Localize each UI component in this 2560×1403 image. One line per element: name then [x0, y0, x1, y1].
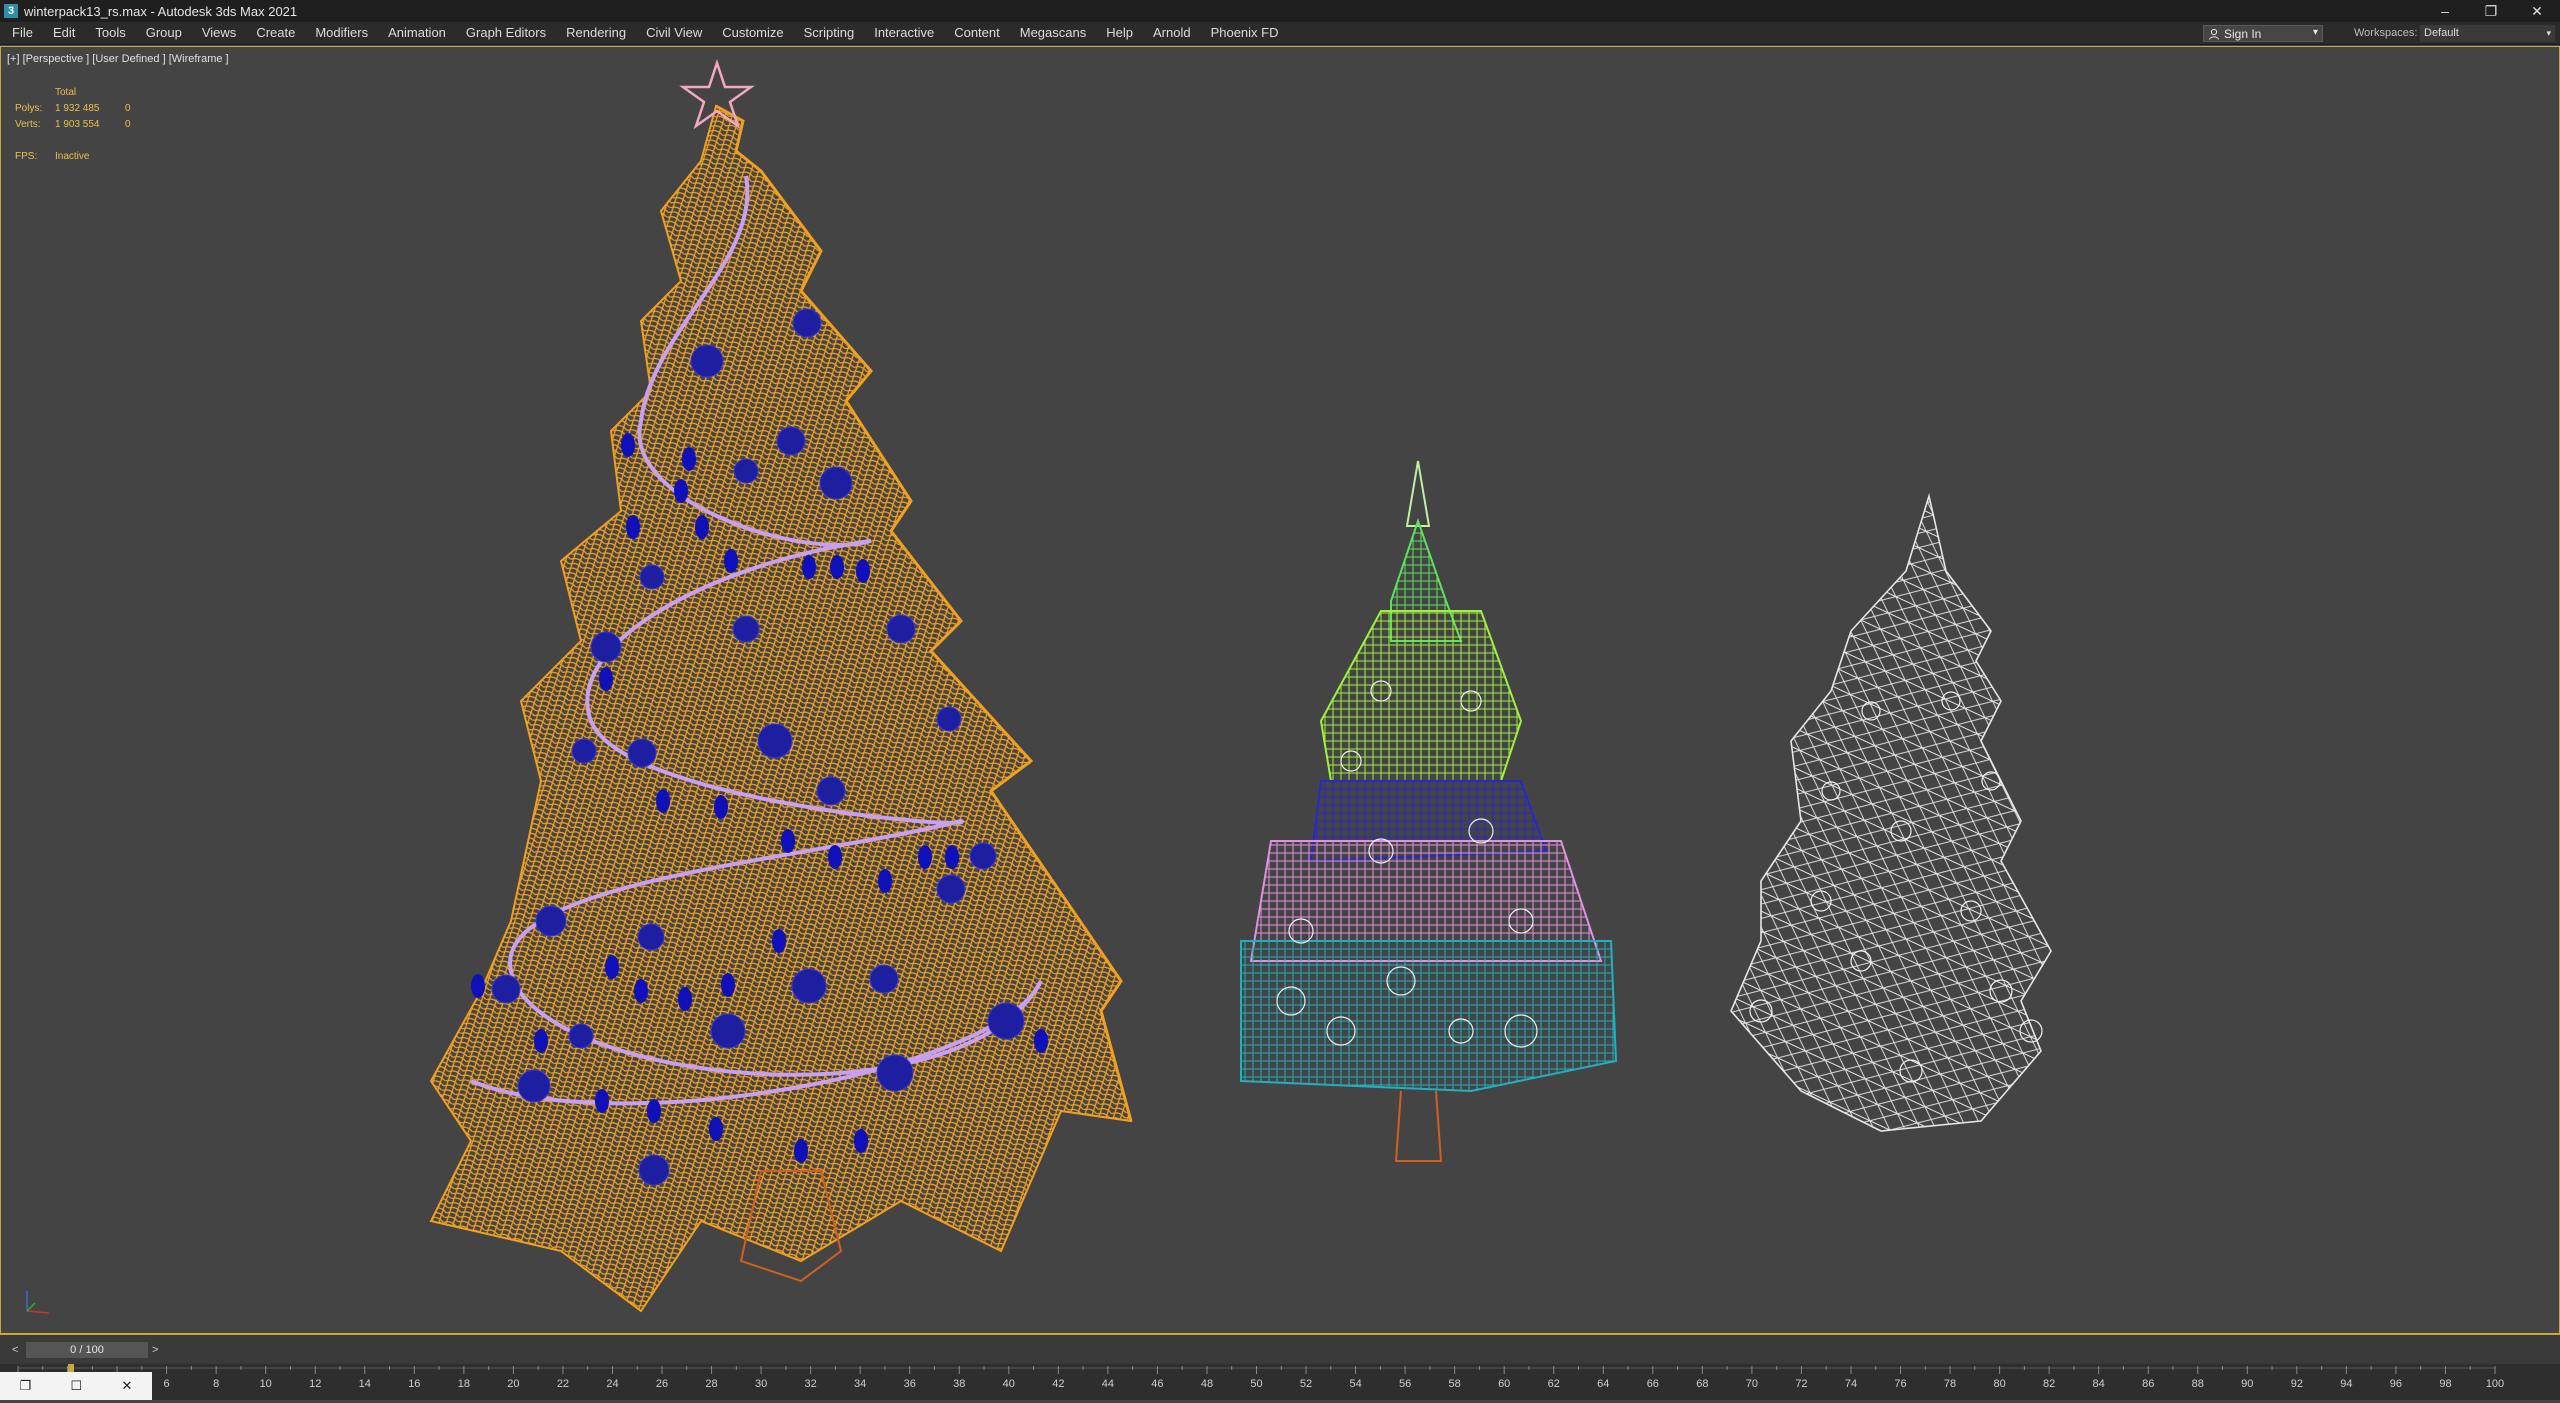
time-slider-prev-button[interactable]: < [12, 1344, 18, 1356]
window-title: winterpack13_rs.max - Autodesk 3ds Max 2… [24, 3, 298, 19]
menu-create[interactable]: Create [246, 22, 305, 44]
trackbar-tick-label: 94 [2340, 1378, 2352, 1390]
user-icon [2209, 28, 2219, 40]
trackbar-tick-label: 34 [854, 1378, 866, 1390]
trackbar-tick-label: 96 [2390, 1378, 2402, 1390]
trackbar-tick-label: 66 [1647, 1378, 1659, 1390]
trackbar-tick-label: 30 [755, 1378, 767, 1390]
trackbar-tick-label: 62 [1548, 1378, 1560, 1390]
trackbar-tick-label: 100 [2486, 1378, 2504, 1390]
trackbar-tick-label: 78 [1944, 1378, 1956, 1390]
trackbar-tick-label: 26 [656, 1378, 668, 1390]
menu-scripting[interactable]: Scripting [794, 22, 865, 44]
workspaces-value: Default [2424, 27, 2459, 39]
menu-arnold[interactable]: Arnold [1143, 22, 1201, 44]
menu-file[interactable]: File [0, 22, 43, 44]
menu-civil-view[interactable]: Civil View [636, 22, 712, 44]
trackbar-tick-label: 24 [606, 1378, 618, 1390]
menu-customize[interactable]: Customize [712, 22, 793, 44]
trackbar-tick-label: 14 [359, 1378, 371, 1390]
trackbar-tick-label: 70 [1746, 1378, 1758, 1390]
taskbar-strip: ❐ ☐ ✕ [0, 1372, 152, 1400]
trackbar-tick-label: 32 [805, 1378, 817, 1390]
trackbar-tick-label: 90 [2241, 1378, 2253, 1390]
trackbar-tick-label: 80 [1993, 1378, 2005, 1390]
workspaces-label: Workspaces: [2354, 27, 2418, 39]
app-icon[interactable]: 3 [4, 4, 18, 18]
close-icon[interactable]: ✕ [121, 1378, 132, 1394]
menu-phoenix-fd[interactable]: Phoenix FD [1201, 22, 1289, 44]
axis-gizmo-icon [26, 1291, 50, 1314]
close-button[interactable]: ✕ [2514, 0, 2560, 22]
trackbar-tick-label: 20 [507, 1378, 519, 1390]
trackbar-tick-label: 40 [1003, 1378, 1015, 1390]
trackbar-tick-label: 22 [557, 1378, 569, 1390]
trackbar-tick-label: 68 [1696, 1378, 1708, 1390]
trackbar-tick-label: 50 [1250, 1378, 1262, 1390]
menu-edit[interactable]: Edit [43, 22, 85, 44]
minimize-button[interactable]: – [2422, 0, 2468, 22]
trackbar-tick-label: 98 [2439, 1378, 2451, 1390]
task-view-icon[interactable]: ❐ [20, 1378, 32, 1394]
menu-modifiers[interactable]: Modifiers [305, 22, 378, 44]
workspaces-select[interactable]: Default ▾ [2420, 25, 2555, 42]
time-slider-next-button[interactable]: > [152, 1344, 158, 1356]
trackbar-tick-label: 44 [1102, 1378, 1114, 1390]
trackbar-tick-label: 52 [1300, 1378, 1312, 1390]
tree-orange[interactable] [429, 59, 1133, 1313]
trackbar-tick-label: 28 [705, 1378, 717, 1390]
trackbar-tick-label: 54 [1349, 1378, 1361, 1390]
menu-content[interactable]: Content [944, 22, 1010, 44]
trackbar[interactable]: 46 8 10 12 14 16 18 20 22 24 26 28 30 32 34 36 38 40 42 44 4… [0, 1364, 2560, 1400]
menu-megascans[interactable]: Megascans [1010, 22, 1096, 44]
menu-rendering[interactable]: Rendering [556, 22, 636, 44]
trackbar-tick-label: 86 [2142, 1378, 2154, 1390]
trackbar-tick-label: 84 [2093, 1378, 2105, 1390]
trackbar-tick-label: 64 [1597, 1378, 1609, 1390]
menu-interactive[interactable]: Interactive [864, 22, 944, 44]
time-slider[interactable]: < 0 / 100 > [0, 1334, 2560, 1365]
trackbar-tick-label: 10 [260, 1378, 272, 1390]
menu-bar: File Edit Tools Group Views Create Modif… [0, 22, 2560, 45]
trackbar-tick-label: 36 [904, 1378, 916, 1390]
trackbar-ruler[interactable]: 46 8 10 12 14 16 18 20 22 24 26 28 30 32 34 36 38 40 42 44 4… [0, 1364, 2560, 1400]
trackbar-tick-label: 76 [1894, 1378, 1906, 1390]
menu-views[interactable]: Views [192, 22, 246, 44]
sign-in-button[interactable]: Sign In ▾ [2203, 25, 2323, 42]
trackbar-tick-label: 42 [1052, 1378, 1064, 1390]
trackbar-tick-label: 38 [953, 1378, 965, 1390]
title-bar: 3 winterpack13_rs.max - Autodesk 3ds Max… [0, 0, 2560, 22]
sign-in-label: Sign In [2224, 26, 2262, 41]
menu-help[interactable]: Help [1096, 22, 1143, 44]
chevron-down-icon: ▾ [2546, 28, 2551, 38]
trackbar-tick-label: 6 [164, 1378, 170, 1390]
window-controls: – ❐ ✕ [2422, 0, 2560, 22]
trackbar-tick-label: 60 [1498, 1378, 1510, 1390]
restore-button[interactable]: ❐ [2468, 0, 2514, 22]
trackbar-tick-label: 74 [1845, 1378, 1857, 1390]
chevron-down-icon: ▾ [2312, 27, 2318, 38]
trackbar-tick-label: 72 [1795, 1378, 1807, 1390]
trackbar-tick-label: 18 [458, 1378, 470, 1390]
menu-tools[interactable]: Tools [85, 22, 135, 44]
scene-wireframe[interactable] [1, 47, 2559, 1333]
trackbar-tick-label: 16 [408, 1378, 420, 1390]
window-icon[interactable]: ☐ [71, 1378, 83, 1394]
trackbar-tick-label: 12 [309, 1378, 321, 1390]
menu-animation[interactable]: Animation [378, 22, 456, 44]
trackbar-tick-label: 82 [2043, 1378, 2055, 1390]
trackbar-tick-label: 58 [1449, 1378, 1461, 1390]
trackbar-tick-label: 56 [1399, 1378, 1411, 1390]
time-slider-handle[interactable]: 0 / 100 [26, 1342, 148, 1358]
tree-white[interactable] [1730, 492, 2052, 1132]
trackbar-tick-label: 92 [2291, 1378, 2303, 1390]
trackbar-tick-label: 46 [1151, 1378, 1163, 1390]
tree-multicolor[interactable] [1240, 460, 1618, 1162]
trackbar-tick-label: 88 [2192, 1378, 2204, 1390]
menu-group[interactable]: Group [136, 22, 192, 44]
perspective-viewport[interactable]: [+] [Perspective ] [User Defined ] [Wire… [0, 46, 2560, 1334]
menu-graph-editors[interactable]: Graph Editors [456, 22, 556, 44]
trackbar-tick-label: 48 [1201, 1378, 1213, 1390]
trackbar-tick-label: 8 [213, 1378, 219, 1390]
